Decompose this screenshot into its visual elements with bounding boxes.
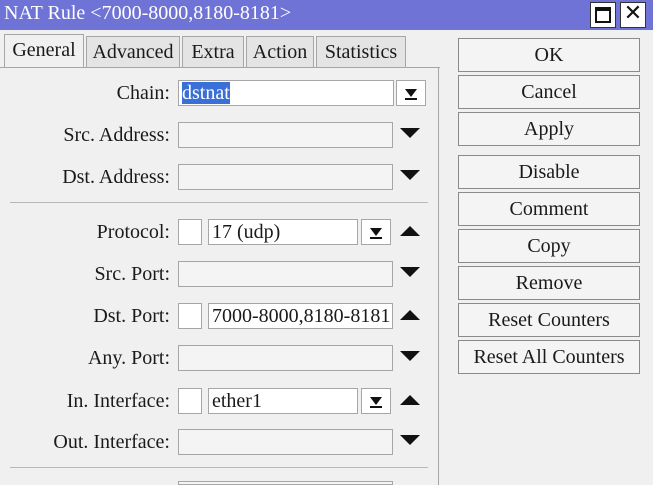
section-separator — [10, 202, 428, 203]
any-port-label: Any. Port: — [87, 347, 170, 369]
maximize-icon — [595, 7, 611, 23]
in-interface-negate-checkbox[interactable] — [178, 388, 202, 414]
tab-action[interactable]: Action — [246, 36, 314, 68]
partial-field[interactable] — [178, 481, 393, 485]
copy-button[interactable]: Copy — [458, 229, 640, 263]
remove-button[interactable]: Remove — [458, 266, 640, 300]
panel-border — [438, 67, 439, 485]
close-icon: ✕ — [623, 1, 643, 26]
apply-button[interactable]: Apply — [458, 112, 640, 146]
dropdown-bar-icon — [405, 98, 417, 100]
any-port-field[interactable] — [178, 345, 393, 371]
expand-down-icon[interactable] — [400, 351, 420, 361]
dst-port-label: Dst. Port: — [93, 305, 170, 327]
in-interface-dropdown-button[interactable] — [361, 388, 391, 414]
expand-down-icon[interactable] — [400, 170, 420, 180]
dropdown-bar-icon — [370, 237, 382, 239]
dropdown-arrow-icon — [405, 89, 417, 97]
out-interface-label: Out. Interface: — [53, 431, 170, 453]
chain-label: Chain: — [116, 82, 170, 104]
tab-statistics[interactable]: Statistics — [316, 36, 406, 68]
src-port-field[interactable] — [178, 261, 393, 287]
expand-down-icon[interactable] — [400, 128, 420, 138]
title-bar[interactable]: NAT Rule <7000-8000,8180-8181> ✕ — [0, 0, 653, 30]
close-button[interactable]: ✕ — [620, 1, 646, 28]
dst-address-field[interactable] — [178, 164, 393, 190]
chain-field[interactable]: dstnat — [178, 80, 394, 106]
dst-address-label: Dst. Address: — [62, 166, 170, 188]
expand-down-icon[interactable] — [400, 435, 420, 445]
dst-port-field[interactable]: 7000-8000,8180-8181 — [208, 303, 393, 329]
dropdown-arrow-icon — [370, 397, 382, 405]
collapse-up-icon[interactable] — [400, 395, 420, 405]
out-interface-field[interactable] — [178, 429, 393, 455]
protocol-dropdown-button[interactable] — [361, 219, 391, 245]
reset-all-counters-button[interactable]: Reset All Counters — [458, 340, 640, 374]
chain-dropdown-button[interactable] — [396, 80, 426, 106]
cancel-button[interactable]: Cancel — [458, 75, 640, 109]
src-address-label: Src. Address: — [63, 124, 170, 146]
tab-general[interactable]: General — [4, 34, 84, 68]
window-title: NAT Rule <7000-8000,8180-8181> — [4, 2, 292, 24]
collapse-up-icon[interactable] — [400, 226, 420, 236]
maximize-button[interactable] — [590, 2, 616, 28]
collapse-up-icon[interactable] — [400, 310, 420, 320]
in-interface-label: In. Interface: — [66, 390, 170, 412]
expand-down-icon[interactable] — [400, 267, 420, 277]
protocol-negate-checkbox[interactable] — [178, 219, 202, 245]
tab-advanced[interactable]: Advanced — [86, 36, 180, 68]
src-address-field[interactable] — [178, 122, 393, 148]
disable-button[interactable]: Disable — [458, 155, 640, 189]
src-port-label: Src. Port: — [94, 263, 170, 285]
tab-extra[interactable]: Extra — [182, 36, 244, 68]
dropdown-arrow-icon — [370, 228, 382, 236]
chain-value: dstnat — [182, 82, 230, 104]
ok-button[interactable]: OK — [458, 38, 640, 72]
protocol-field[interactable]: 17 (udp) — [208, 219, 358, 245]
dst-port-negate-checkbox[interactable] — [178, 303, 202, 329]
reset-counters-button[interactable]: Reset Counters — [458, 303, 640, 337]
section-separator — [10, 467, 428, 468]
in-interface-field[interactable]: ether1 — [208, 388, 358, 414]
comment-button[interactable]: Comment — [458, 192, 640, 226]
protocol-label: Protocol: — [96, 221, 170, 243]
tab-divider — [0, 67, 440, 68]
dropdown-bar-icon — [370, 406, 382, 408]
